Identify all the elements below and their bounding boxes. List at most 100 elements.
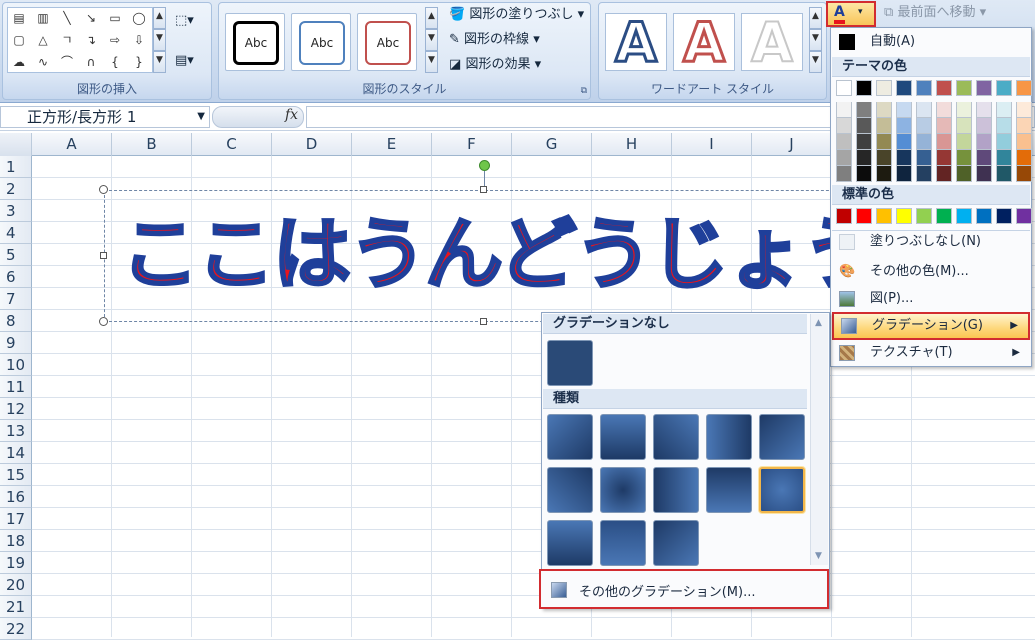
column-header-I[interactable]: I [672, 133, 752, 156]
style-box-red[interactable]: Abc [357, 13, 417, 71]
theme-shade-swatch[interactable] [976, 118, 992, 134]
theme-shade-swatch[interactable] [896, 118, 912, 134]
theme-shade-swatch[interactable] [856, 134, 872, 150]
gradient-variant-swatch[interactable] [547, 467, 593, 513]
column-header-G[interactable]: G [512, 133, 592, 156]
theme-shade-swatch[interactable] [936, 102, 952, 118]
gradient-variant-swatch[interactable] [653, 467, 699, 513]
resize-handle[interactable] [480, 186, 487, 193]
gradient-variant-swatch[interactable] [547, 520, 593, 566]
theme-color-swatch[interactable] [876, 80, 892, 96]
gradient-variant-swatch[interactable] [706, 414, 752, 460]
wordart-more[interactable]: ▼ [809, 51, 822, 73]
chevron-down-icon[interactable]: ▾ [858, 7, 863, 17]
shape-outline-button[interactable]: ✎ 図形の枠線 ▾ [449, 30, 540, 50]
rectangle-icon[interactable]: ▭ [107, 11, 123, 25]
theme-shade-swatch[interactable] [936, 134, 952, 150]
row-header-9[interactable]: 9 [0, 332, 32, 354]
theme-color-swatch[interactable] [996, 80, 1012, 96]
theme-shade-swatch[interactable] [836, 166, 852, 182]
theme-shade-swatch[interactable] [896, 150, 912, 166]
theme-shade-swatch[interactable] [876, 150, 892, 166]
wordart-style-white[interactable]: A [741, 13, 803, 73]
theme-shade-swatch[interactable] [876, 134, 892, 150]
gallery-scroll-up[interactable]: ▲ [153, 7, 166, 29]
line-icon[interactable]: ╲ [59, 11, 75, 25]
theme-shade-swatch[interactable] [916, 118, 932, 134]
theme-shade-swatch[interactable] [1016, 150, 1032, 166]
rotation-handle[interactable] [479, 160, 490, 171]
shape-text[interactable]: ここはうんどうじょう [121, 205, 881, 305]
arrow-line-icon[interactable]: ↘ [83, 11, 99, 25]
right-brace-icon[interactable]: } [131, 55, 147, 69]
left-brace-icon[interactable]: { [107, 55, 123, 69]
scroll-down-icon[interactable]: ▼ [815, 551, 822, 561]
gradient-variant-swatch[interactable] [600, 520, 646, 566]
auto-color-item[interactable]: 自動(A) [832, 29, 1030, 55]
theme-shade-swatch[interactable] [856, 166, 872, 182]
theme-shade-swatch[interactable] [1016, 118, 1032, 134]
chevron-down-icon[interactable]: ▼ [197, 107, 205, 127]
row-header-5[interactable]: 5 [0, 244, 32, 266]
column-header-J[interactable]: J [752, 133, 832, 156]
row-header-19[interactable]: 19 [0, 552, 32, 574]
gradient-scrollbar[interactable]: ▲ ▼ [810, 314, 828, 565]
gallery-scroll-down[interactable]: ▼ [153, 29, 166, 51]
rounded-rect-icon[interactable]: ▢ [11, 33, 27, 47]
standard-color-swatch[interactable] [936, 208, 952, 224]
elbow-connector-icon[interactable]: ㄱ [59, 33, 75, 47]
theme-shade-swatch[interactable] [976, 150, 992, 166]
column-header-F[interactable]: F [432, 133, 512, 156]
row-header-16[interactable]: 16 [0, 486, 32, 508]
standard-color-swatch[interactable] [916, 208, 932, 224]
gradient-variant-swatch[interactable] [706, 467, 752, 513]
theme-shade-swatch[interactable] [996, 134, 1012, 150]
standard-color-swatch[interactable] [896, 208, 912, 224]
row-header-18[interactable]: 18 [0, 530, 32, 552]
row-header-4[interactable]: 4 [0, 222, 32, 244]
more-gradients-item[interactable]: その他のグラデーション(M)... [539, 569, 829, 609]
theme-shade-swatch[interactable] [856, 118, 872, 134]
resize-handle[interactable] [99, 317, 108, 326]
no-fill-item[interactable]: 塗りつぶしなし(N) [832, 229, 1030, 255]
theme-color-swatch[interactable] [956, 80, 972, 96]
formula-bar-divider[interactable]: fx [212, 106, 304, 128]
gradient-variant-swatch[interactable] [759, 414, 805, 460]
theme-shade-swatch[interactable] [976, 102, 992, 118]
standard-color-swatch[interactable] [956, 208, 972, 224]
column-header-C[interactable]: C [192, 133, 272, 156]
theme-shade-swatch[interactable] [1016, 102, 1032, 118]
row-header-13[interactable]: 13 [0, 420, 32, 442]
style-box-black[interactable]: Abc [225, 13, 285, 71]
theme-shade-swatch[interactable] [876, 166, 892, 182]
theme-shade-swatch[interactable] [836, 150, 852, 166]
standard-color-swatch[interactable] [1016, 208, 1032, 224]
theme-shade-swatch[interactable] [876, 102, 892, 118]
theme-shade-swatch[interactable] [1016, 166, 1032, 182]
theme-shade-swatch[interactable] [836, 118, 852, 134]
gradient-item[interactable]: グラデーション(G) ▶ [832, 312, 1030, 340]
shape-fill-button[interactable]: 🪣 図形の塗りつぶし ▾ [449, 5, 584, 25]
theme-color-swatch[interactable] [916, 80, 932, 96]
vertical-textbox-icon[interactable]: ▥ [35, 11, 51, 25]
styles-scroll-up[interactable]: ▲ [425, 7, 438, 29]
theme-shade-swatch[interactable] [936, 150, 952, 166]
text-fill-button[interactable]: A ▾ [826, 1, 876, 27]
theme-shade-swatch[interactable] [956, 118, 972, 134]
theme-shade-swatch[interactable] [956, 102, 972, 118]
elbow-arrow-icon[interactable]: ↴ [83, 33, 99, 47]
row-header-11[interactable]: 11 [0, 376, 32, 398]
gradient-variant-swatch[interactable] [653, 520, 699, 566]
shape-gallery[interactable]: ▤ ▥ ╲ ↘ ▭ ◯ ▢ △ ㄱ ↴ ⇨ ⇩ ☁ ∿ ⌒ ∩ { } [7, 7, 153, 73]
textbox-icon[interactable]: ▤ [11, 11, 27, 25]
texture-item[interactable]: テクスチャ(T) ▶ [832, 340, 1030, 366]
theme-shade-swatch[interactable] [976, 166, 992, 182]
down-arrow-icon[interactable]: ⇩ [131, 33, 147, 47]
name-box[interactable]: 正方形/長方形 1 ▼ [0, 106, 210, 128]
theme-color-swatch[interactable] [976, 80, 992, 96]
gradient-variant-swatch[interactable] [600, 414, 646, 460]
standard-color-swatch[interactable] [876, 208, 892, 224]
row-header-6[interactable]: 6 [0, 266, 32, 288]
row-header-20[interactable]: 20 [0, 574, 32, 596]
theme-color-swatch[interactable] [936, 80, 952, 96]
